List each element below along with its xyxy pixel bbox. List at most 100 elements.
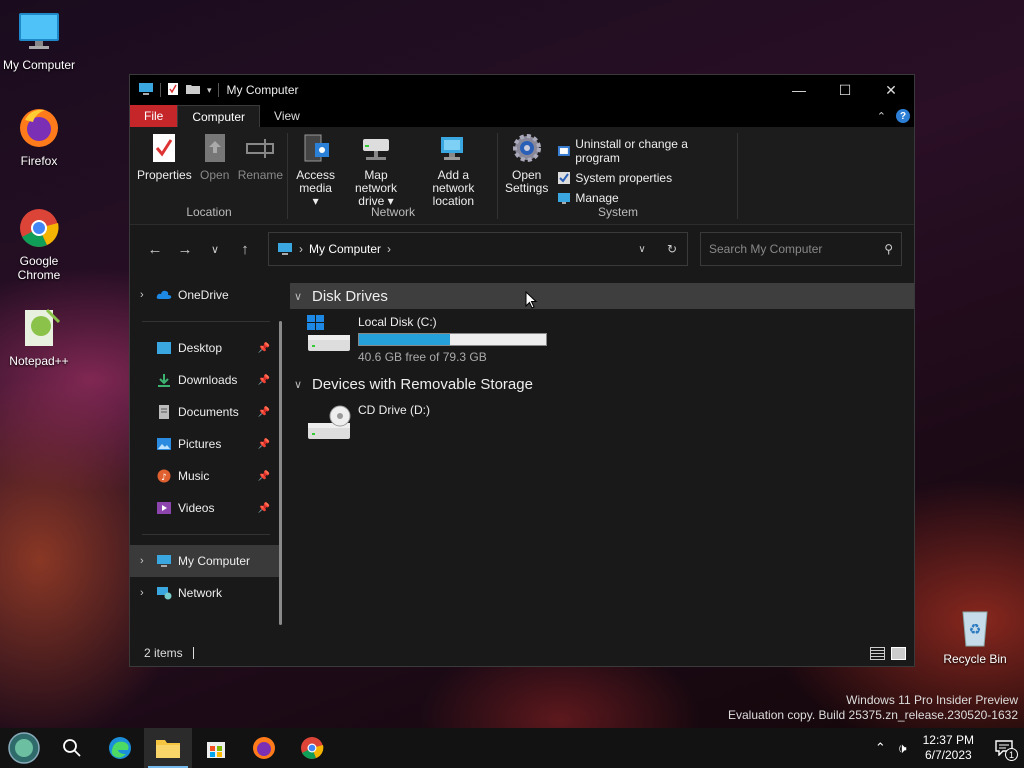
- edge-icon: [109, 737, 131, 759]
- desktop-icon-my-computer[interactable]: My Computer: [1, 10, 77, 72]
- chrome-icon: [301, 737, 324, 759]
- details-view-icon[interactable]: [870, 646, 885, 660]
- nav-item-music[interactable]: ♪ Music 📌: [130, 460, 282, 492]
- nav-item-onedrive[interactable]: › OneDrive: [130, 279, 282, 311]
- window-title: My Computer: [226, 83, 299, 97]
- expand-chevron-icon[interactable]: ›: [140, 555, 156, 567]
- computer-icon: [157, 555, 171, 567]
- pin-icon: 📌: [257, 502, 270, 514]
- ribbon-group-system: Open Settings Uninstall or change a prog…: [498, 127, 738, 225]
- desktop-icon-notepad-plus-plus[interactable]: Notepad++: [1, 306, 77, 368]
- recent-locations-button[interactable]: ∨: [200, 243, 230, 256]
- maximize-button[interactable]: ☐: [822, 75, 868, 105]
- uninstall-program-button[interactable]: Uninstall or change a program: [557, 137, 734, 165]
- nav-item-desktop[interactable]: Desktop 📌: [130, 332, 282, 364]
- tab-view[interactable]: View: [260, 105, 314, 127]
- drive-cd-d[interactable]: CD Drive (D:): [290, 403, 914, 453]
- add-network-location-icon: [436, 131, 470, 165]
- evaluation-watermark: Windows 11 Pro Insider Preview Evaluatio…: [728, 693, 1018, 722]
- file-explorer-taskbar-button[interactable]: [144, 728, 192, 768]
- chrome-taskbar-button[interactable]: [288, 728, 336, 768]
- hard-drive-icon: [306, 315, 352, 353]
- group-label-network: Network: [370, 205, 415, 219]
- expand-chevron-icon[interactable]: ›: [140, 289, 156, 301]
- document-icon: [159, 405, 169, 419]
- manage-button[interactable]: Manage: [557, 191, 734, 205]
- ribbon: Properties Open Rename Location Access m…: [130, 127, 914, 225]
- navigation-pane: › OneDrive Desktop 📌 Downloads 📌 Documen…: [130, 277, 282, 637]
- group-label-system: System: [597, 205, 638, 219]
- properties-quick-icon[interactable]: [167, 82, 179, 99]
- desktop-icon-google-chrome[interactable]: Google Chrome: [1, 206, 77, 282]
- pin-icon: 📌: [257, 342, 270, 354]
- map-network-drive-icon: [359, 131, 393, 165]
- search-input[interactable]: Search My Computer ⚲: [700, 232, 902, 266]
- tab-computer[interactable]: Computer: [177, 105, 261, 127]
- collapse-ribbon-icon[interactable]: ⌃: [877, 110, 886, 123]
- computer-icon: [138, 82, 154, 99]
- back-button[interactable]: ←: [140, 241, 170, 258]
- drive-local-disk-c[interactable]: Local Disk (C:) 40.6 GB free of 79.3 GB: [290, 315, 914, 365]
- customize-toolbar-icon[interactable]: ▾: [207, 85, 212, 96]
- ribbon-group-network: Access media ▾ Map network drive ▾ Add a…: [288, 127, 498, 225]
- properties-icon: [147, 131, 181, 165]
- breadcrumb-my-computer[interactable]: My Computer: [309, 242, 381, 256]
- address-dropdown-button[interactable]: ∨: [627, 244, 657, 255]
- pin-icon: 📌: [257, 438, 270, 450]
- breadcrumb-separator[interactable]: ›: [387, 242, 391, 256]
- firefox-taskbar-button[interactable]: [240, 728, 288, 768]
- large-icons-view-icon[interactable]: [891, 646, 906, 660]
- computer-icon: [278, 243, 292, 255]
- show-hidden-icons-icon[interactable]: ⌃: [869, 740, 892, 756]
- pin-icon: 📌: [257, 374, 270, 386]
- cd-drive-icon: [306, 403, 352, 441]
- monitor-icon: [17, 10, 61, 54]
- nav-item-downloads[interactable]: Downloads 📌: [130, 364, 282, 396]
- taskbar-clock[interactable]: 12:37 PM 6/7/2023: [913, 733, 984, 763]
- help-icon[interactable]: ?: [896, 109, 910, 123]
- volume-icon[interactable]: 🕩: [892, 740, 913, 757]
- group-header-disk-drives[interactable]: ∨ Disk Drives: [290, 283, 914, 309]
- manage-icon: [558, 193, 571, 204]
- nav-item-pictures[interactable]: Pictures 📌: [130, 428, 282, 460]
- title-bar[interactable]: ▾ My Computer — ☐ ✕: [130, 75, 914, 105]
- uninstall-icon: [558, 146, 571, 156]
- clock-time: 12:37 PM: [922, 733, 974, 747]
- close-button[interactable]: ✕: [868, 75, 914, 105]
- drive-free-space: 40.6 GB free of 79.3 GB: [358, 350, 487, 364]
- nav-item-videos[interactable]: Videos 📌: [130, 492, 282, 524]
- nav-item-network[interactable]: › Network: [130, 577, 282, 609]
- ribbon-group-location: Properties Open Rename Location: [130, 127, 288, 225]
- store-taskbar-button[interactable]: [192, 728, 240, 768]
- drive-usage-bar: [358, 333, 547, 346]
- address-bar[interactable]: › My Computer › ∨ ↻: [268, 232, 688, 266]
- up-button[interactable]: ↑: [230, 241, 260, 258]
- desktop-icon-firefox[interactable]: Firefox: [1, 106, 77, 168]
- forward-button[interactable]: →: [170, 241, 200, 258]
- search-taskbar-button[interactable]: [48, 728, 96, 768]
- pin-icon: 📌: [257, 470, 270, 482]
- firefox-icon: [253, 737, 275, 759]
- minimize-button[interactable]: —: [776, 75, 822, 105]
- breadcrumb-separator[interactable]: ›: [299, 242, 303, 256]
- group-header-removable-storage[interactable]: ∨ Devices with Removable Storage: [290, 371, 914, 397]
- file-list-pane: ∨ Disk Drives Local Disk (C:) 40.6 GB fr…: [282, 277, 914, 637]
- collapse-chevron-icon[interactable]: ∨: [294, 290, 312, 303]
- desktop-icon: [157, 342, 171, 354]
- desktop-icon-label: Google Chrome: [17, 254, 61, 282]
- tab-file[interactable]: File: [130, 105, 178, 127]
- edge-taskbar-button[interactable]: [96, 728, 144, 768]
- notification-center-button[interactable]: 1: [984, 728, 1024, 768]
- system-properties-button[interactable]: System properties: [557, 171, 734, 185]
- nav-item-my-computer[interactable]: › My Computer: [130, 545, 282, 577]
- network-icon: [157, 587, 172, 600]
- nav-item-documents[interactable]: Documents 📌: [130, 396, 282, 428]
- collapse-chevron-icon[interactable]: ∨: [294, 378, 312, 391]
- new-folder-quick-icon[interactable]: [185, 83, 201, 98]
- desktop-icon-recycle-bin[interactable]: ♻ Recycle Bin: [937, 604, 1013, 666]
- refresh-button[interactable]: ↻: [657, 242, 687, 256]
- start-button[interactable]: [0, 728, 48, 768]
- drive-name: Local Disk (C:): [358, 315, 437, 329]
- chrome-icon: [17, 206, 61, 250]
- expand-chevron-icon[interactable]: ›: [140, 587, 156, 599]
